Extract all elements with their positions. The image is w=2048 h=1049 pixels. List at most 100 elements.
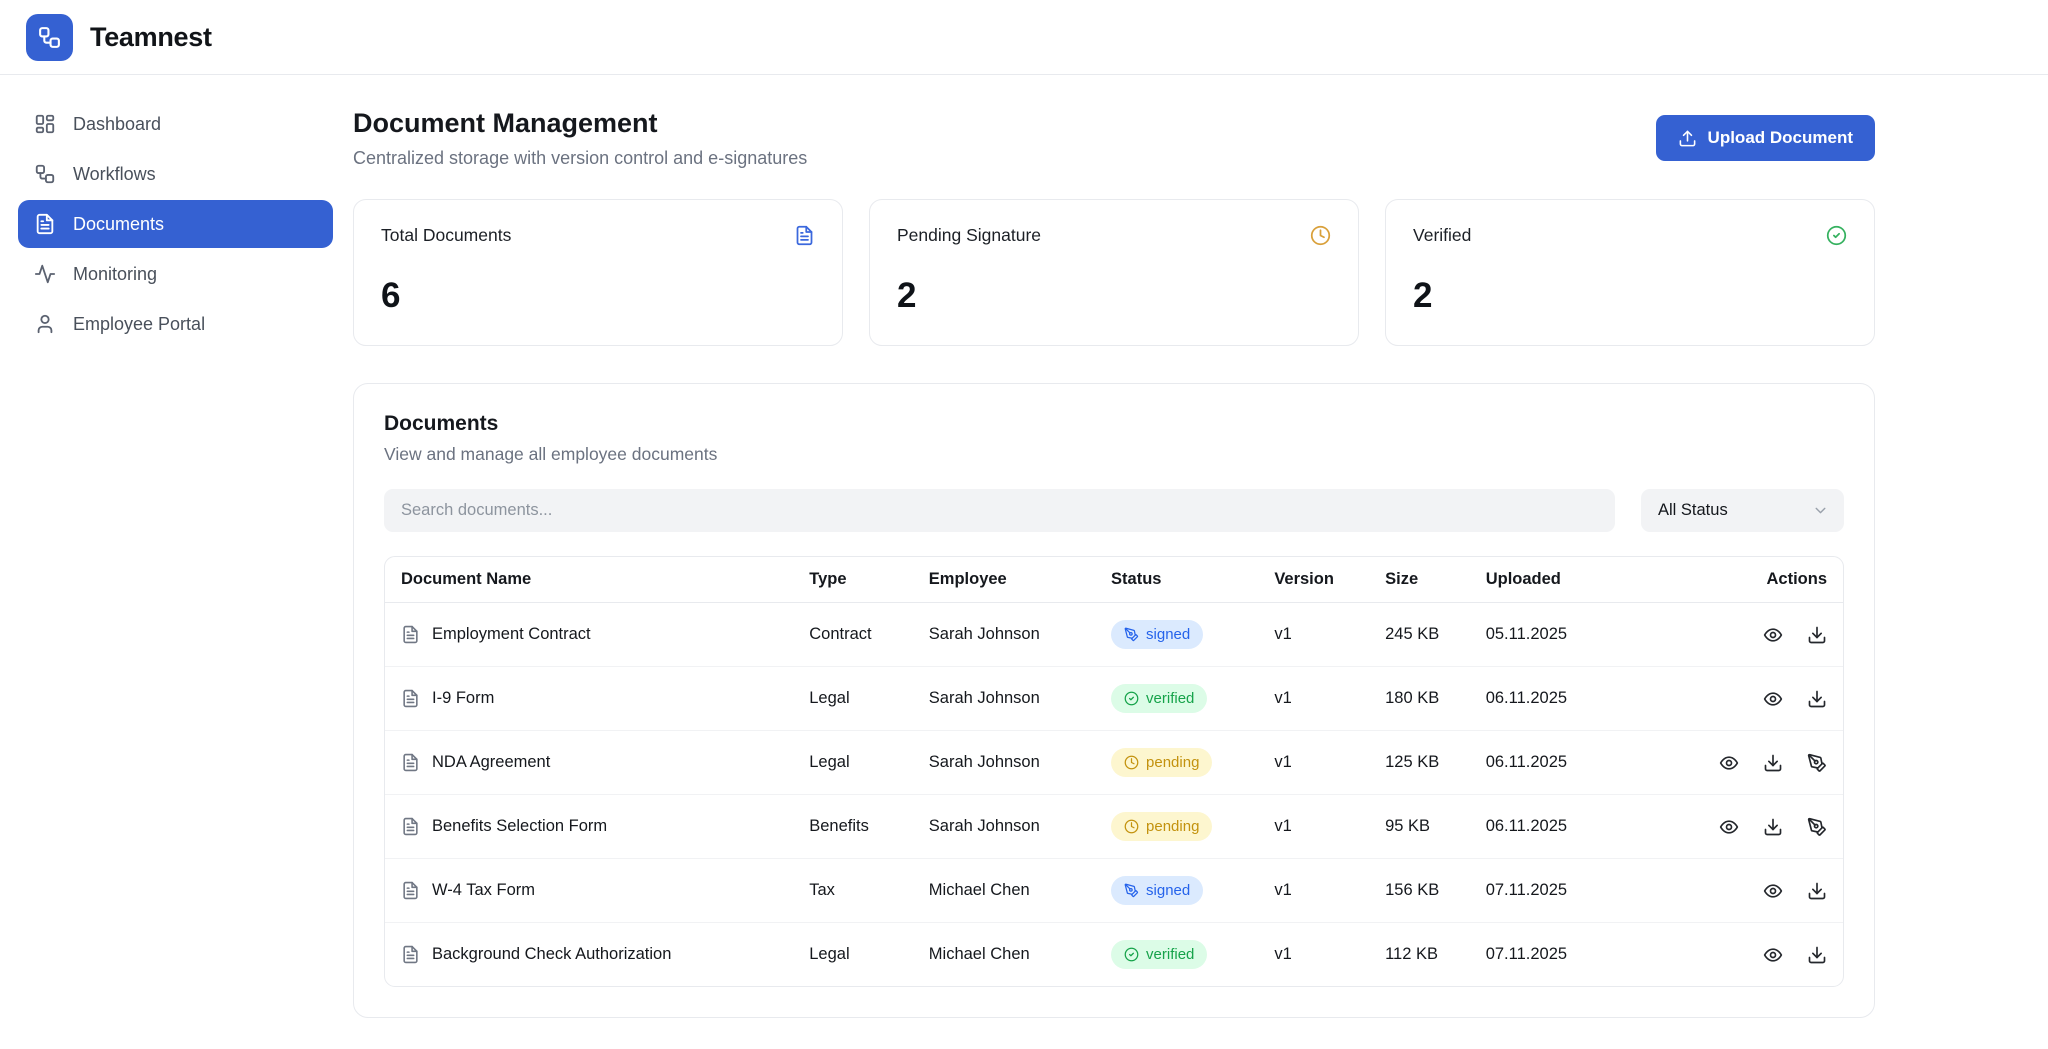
document-type: Contract (793, 603, 913, 667)
document-uploaded: 06.11.2025 (1470, 731, 1625, 795)
document-uploaded: 06.11.2025 (1470, 667, 1625, 731)
view-button[interactable] (1763, 881, 1783, 901)
column-header-uploaded: Uploaded (1470, 557, 1625, 603)
pen-tool-icon (1807, 817, 1827, 837)
view-button[interactable] (1719, 753, 1739, 773)
clock-icon (1310, 225, 1331, 246)
status-badge: signed (1111, 620, 1203, 649)
status-badge: signed (1111, 876, 1203, 905)
sidebar-item-label: Employee Portal (73, 314, 205, 335)
app-title: Teamnest (90, 22, 212, 53)
sidebar-item-employee-portal[interactable]: Employee Portal (18, 300, 333, 348)
document-type: Benefits (793, 795, 913, 859)
download-button[interactable] (1807, 881, 1827, 901)
eye-icon (1763, 945, 1783, 965)
document-name: Benefits Selection Form (432, 817, 607, 836)
download-button[interactable] (1763, 753, 1783, 773)
document-employee: Sarah Johnson (913, 667, 1095, 731)
sidebar-item-dashboard[interactable]: Dashboard (18, 100, 333, 148)
view-button[interactable] (1763, 689, 1783, 709)
view-button[interactable] (1719, 817, 1739, 837)
table-row: Background Check AuthorizationLegalMicha… (385, 923, 1843, 987)
check-circle-icon (1124, 947, 1139, 962)
table-row: I-9 FormLegalSarah Johnsonverifiedv1180 … (385, 667, 1843, 731)
status-badge: pending (1111, 812, 1212, 841)
clock-icon (1124, 819, 1139, 834)
document-size: 180 KB (1369, 667, 1470, 731)
document-name: Employment Contract (432, 625, 591, 644)
status-label: signed (1146, 626, 1190, 643)
stat-value: 2 (1413, 276, 1847, 316)
document-uploaded: 06.11.2025 (1470, 795, 1625, 859)
status-label: signed (1146, 882, 1190, 899)
stat-value: 2 (897, 276, 1331, 316)
column-header-employee: Employee (913, 557, 1095, 603)
document-size: 95 KB (1369, 795, 1470, 859)
file-text-icon (794, 225, 815, 246)
document-type: Legal (793, 667, 913, 731)
eye-icon (1763, 881, 1783, 901)
document-version: v1 (1258, 923, 1369, 987)
stat-label: Pending Signature (897, 225, 1041, 246)
user-icon (34, 313, 56, 335)
document-employee: Michael Chen (913, 923, 1095, 987)
document-management-page: Teamnest Dashboard Workflows Documents M… (0, 0, 2048, 1018)
eye-icon (1763, 689, 1783, 709)
file-text-icon (401, 817, 420, 836)
download-icon (1763, 753, 1783, 773)
table-row: W-4 Tax FormTaxMichael Chensignedv1156 K… (385, 859, 1843, 923)
status-badge: pending (1111, 748, 1212, 777)
sidebar-item-monitoring[interactable]: Monitoring (18, 250, 333, 298)
upload-document-button[interactable]: Upload Document (1656, 115, 1875, 161)
check-circle-icon (1826, 225, 1847, 246)
document-type: Legal (793, 731, 913, 795)
status-label: verified (1146, 946, 1194, 963)
stat-card-pending-signature: Pending Signature 2 (869, 199, 1359, 346)
document-uploaded: 07.11.2025 (1470, 923, 1625, 987)
panel-subtitle: View and manage all employee documents (384, 444, 1844, 465)
table-row: Benefits Selection FormBenefitsSarah Joh… (385, 795, 1843, 859)
view-button[interactable] (1763, 945, 1783, 965)
sidebar-item-label: Workflows (73, 164, 156, 185)
document-employee: Sarah Johnson (913, 731, 1095, 795)
status-filter-select[interactable]: All Status (1641, 489, 1844, 532)
document-employee: Sarah Johnson (913, 603, 1095, 667)
pen-tool-icon (1807, 753, 1827, 773)
table-row: Employment Contract ContractSarah Johnson… (385, 603, 1843, 667)
file-text-icon (401, 881, 420, 900)
document-version: v1 (1258, 795, 1369, 859)
search-input[interactable] (384, 489, 1615, 532)
sidebar-item-label: Dashboard (73, 114, 161, 135)
panel-title: Documents (384, 412, 1844, 436)
document-size: 125 KB (1369, 731, 1470, 795)
stat-value: 6 (381, 276, 815, 316)
download-icon (1807, 625, 1827, 645)
sign-button[interactable] (1807, 753, 1827, 773)
column-header-type: Type (793, 557, 913, 603)
document-version: v1 (1258, 859, 1369, 923)
sidebar-item-documents[interactable]: Documents (18, 200, 333, 248)
download-button[interactable] (1763, 817, 1783, 837)
document-name: W-4 Tax Form (432, 881, 535, 900)
sign-button[interactable] (1807, 817, 1827, 837)
document-size: 245 KB (1369, 603, 1470, 667)
file-text-icon (401, 689, 420, 708)
stat-cards: Total Documents 6 Pending Signature 2 Ve… (353, 199, 1875, 346)
document-type: Legal (793, 923, 913, 987)
download-button[interactable] (1807, 625, 1827, 645)
file-text-icon (401, 625, 420, 644)
sidebar-item-workflows[interactable]: Workflows (18, 150, 333, 198)
file-text-icon (401, 753, 420, 772)
top-bar: Teamnest (0, 0, 2048, 75)
status-label: pending (1146, 754, 1199, 771)
download-button[interactable] (1807, 945, 1827, 965)
table-header-row: Document Name Type Employee Status Versi… (385, 557, 1843, 603)
chevron-down-icon (1812, 502, 1829, 519)
column-header-document-name: Document Name (385, 557, 793, 603)
eye-icon (1763, 625, 1783, 645)
clock-icon (1124, 755, 1139, 770)
view-button[interactable] (1763, 625, 1783, 645)
download-icon (1807, 881, 1827, 901)
download-button[interactable] (1807, 689, 1827, 709)
stat-label: Total Documents (381, 225, 511, 246)
